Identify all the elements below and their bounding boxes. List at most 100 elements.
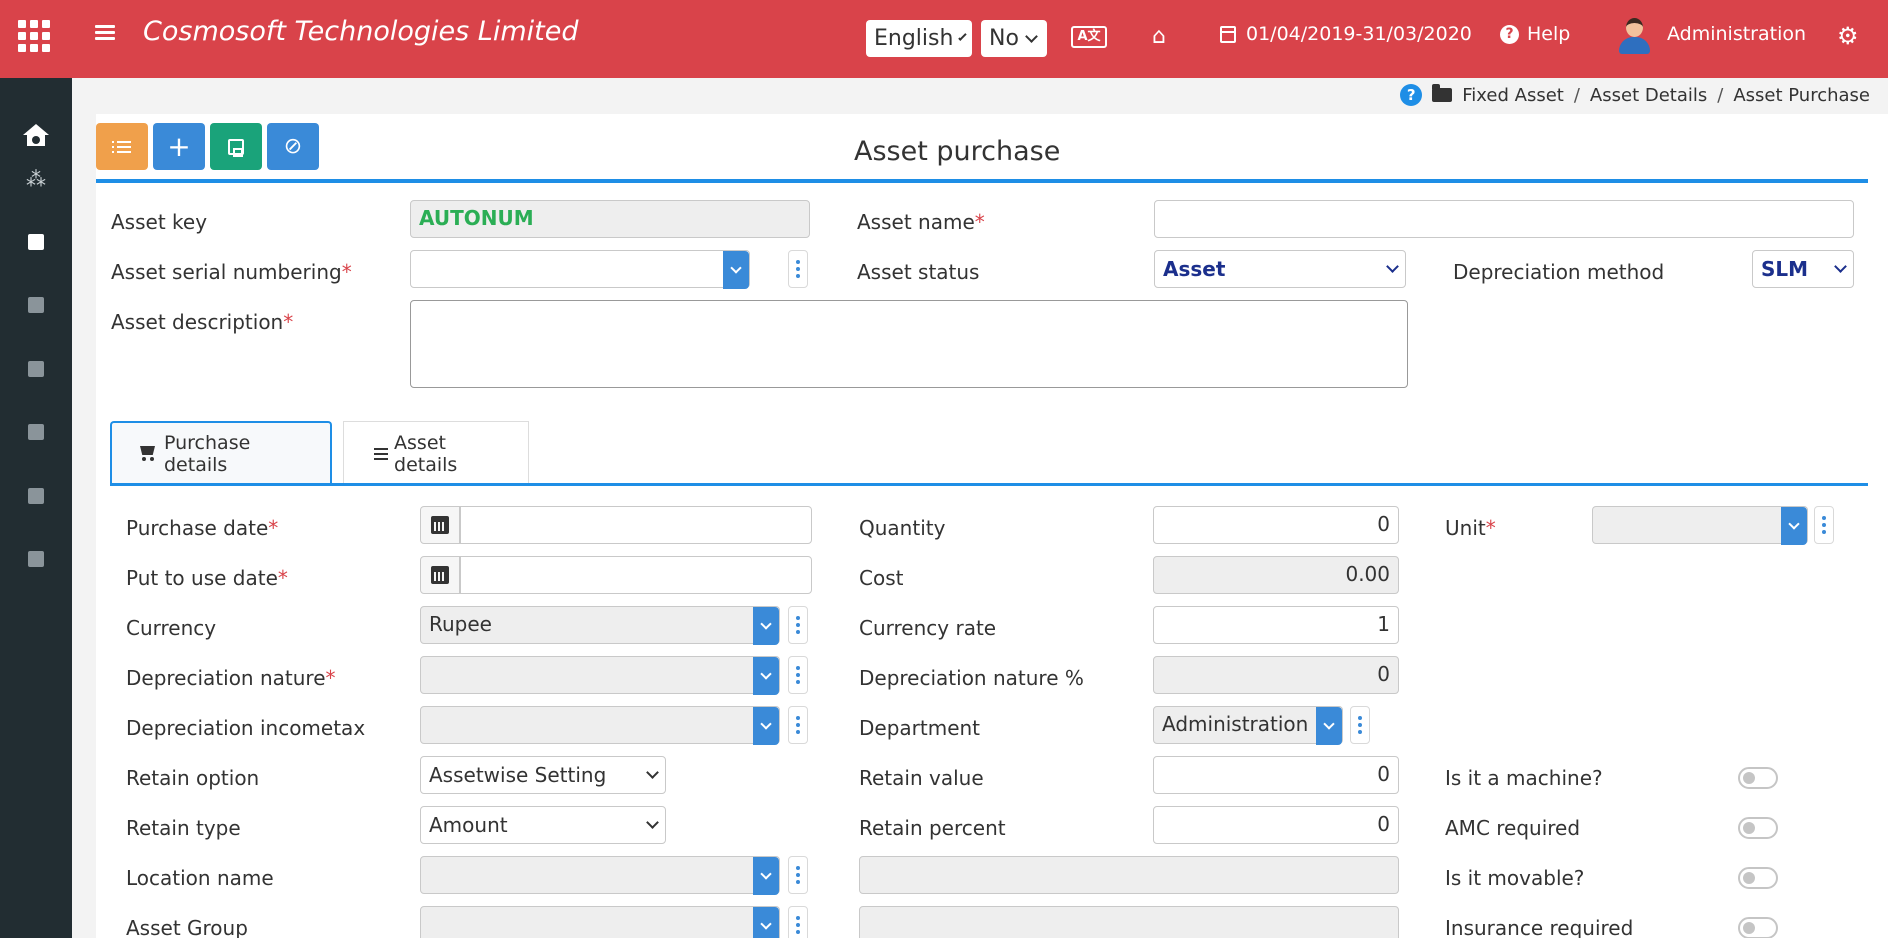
home-icon[interactable]: ⌂ [1152,24,1166,49]
chevron-down-icon [760,867,772,880]
amc-required-toggle[interactable] [1738,817,1778,839]
chevron-down-icon [1834,260,1847,273]
quantity-input[interactable]: 0 [1153,506,1399,544]
sidebar-item-module-6[interactable] [0,534,72,584]
menu-toggle-icon[interactable] [95,22,115,42]
serial-numbering-more-icon[interactable] [788,250,808,288]
asset-status-label: Asset status [857,260,980,284]
list-icon [369,445,388,463]
depreciation-incometax-select[interactable] [420,706,780,745]
dropdown-button[interactable] [753,657,779,695]
chevron-down-icon [1025,29,1038,43]
chevron-down-icon [760,917,772,930]
location-name-label: Location name [126,866,274,890]
dropdown-button[interactable] [723,251,749,289]
dropdown-button[interactable] [1316,707,1342,745]
dropdown-button[interactable] [753,907,779,938]
dropdown-button[interactable] [1781,507,1807,545]
save-button[interactable] [210,123,262,170]
sidebar-item-module-1[interactable] [0,217,72,267]
form-panel: + ⊘ Asset purchase Asset key AUTONUM Ass… [96,114,1888,938]
depreciation-nature-select[interactable] [420,656,780,695]
currency-rate-input[interactable]: 1 [1153,606,1399,644]
dropdown-button[interactable] [753,857,779,895]
add-button[interactable]: + [153,123,205,170]
language-select-value: English [874,26,954,51]
depreciation-nature-more-icon[interactable] [788,656,808,694]
user-name[interactable]: Administration [1667,23,1806,45]
asset-group-more-icon[interactable] [788,906,808,938]
chevron-down-icon [646,766,659,779]
retain-option-select[interactable]: Assetwise Setting [420,756,666,794]
apps-grid-icon[interactable] [16,18,50,52]
is-movable-toggle[interactable] [1738,867,1778,889]
retain-type-select[interactable]: Amount [420,806,666,844]
sidebar-item-cubes[interactable]: ⁂ [0,154,72,204]
depreciation-method-select[interactable]: SLM [1752,250,1854,288]
asset-group-detail-input[interactable] [859,906,1399,938]
avatar[interactable] [1617,16,1651,56]
currency-select[interactable]: Rupee [420,606,780,645]
tab-asset-details[interactable]: Asset details [343,421,529,485]
cubes-icon: ⁂ [26,167,46,191]
unit-select[interactable] [1592,506,1808,545]
sidebar-item-module-5[interactable] [0,471,72,521]
no-select[interactable]: No [981,20,1047,57]
serial-numbering-select[interactable] [410,250,750,289]
department-label: Department [859,716,981,740]
sidebar-item-module-4[interactable] [0,407,72,457]
insurance-required-toggle[interactable] [1738,917,1778,938]
asset-group-select[interactable] [420,906,780,938]
page-title: Asset purchase [854,136,1061,167]
breadcrumb-item[interactable]: Fixed Asset [1462,85,1564,106]
retain-percent-input[interactable]: 0 [1153,806,1399,844]
module-icon [28,297,44,313]
help-label: Help [1527,23,1571,45]
breadcrumb-item[interactable]: Asset Details [1590,85,1707,106]
settings-gears-icon[interactable]: ⚙ [1837,22,1859,50]
retain-value-input[interactable]: 0 [1153,756,1399,794]
module-icon [28,551,44,567]
financial-year-selector[interactable]: 01/04/2019-31/03/2020 [1220,23,1472,45]
retain-value-label: Retain value [859,766,984,790]
attach-button[interactable]: ⊘ [267,123,319,170]
purchase-date-input[interactable] [460,506,812,544]
put-to-use-calendar-button[interactable] [420,556,460,594]
depreciation-nature-label: Depreciation nature* [126,666,336,690]
sidebar-item-home[interactable] [0,110,72,160]
location-name-select[interactable] [420,856,780,895]
asset-status-select[interactable]: Asset [1154,250,1406,288]
help-circle-icon[interactable]: ? [1400,84,1423,106]
currency-more-icon[interactable] [788,606,808,644]
dropdown-button[interactable] [753,607,779,645]
sidebar: ⁂ [0,78,72,938]
language-select[interactable]: English [866,20,972,57]
paperclip-icon: ⊘ [283,134,303,159]
unit-more-icon[interactable] [1814,506,1834,544]
depreciation-incometax-more-icon[interactable] [788,706,808,744]
department-value: Administration [1162,712,1309,736]
translate-icon[interactable]: A文 [1071,26,1107,48]
sidebar-item-module-3[interactable] [0,344,72,394]
is-machine-toggle[interactable] [1738,767,1778,789]
depreciation-nature-pct-input[interactable]: 0 [1153,656,1399,694]
cost-input[interactable]: 0.00 [1153,556,1399,594]
retain-option-label: Retain option [126,766,260,790]
asset-name-input[interactable] [1154,200,1854,238]
tab-purchase-details[interactable]: Purchase details [110,421,332,485]
department-select[interactable]: Administration [1153,706,1343,745]
department-more-icon[interactable] [1350,706,1370,744]
sidebar-item-module-2[interactable] [0,280,72,330]
location-detail-input[interactable] [859,856,1399,894]
dropdown-button[interactable] [753,707,779,745]
list-button[interactable] [96,123,148,170]
description-textarea[interactable] [410,300,1408,388]
chevron-down-icon [1323,717,1335,730]
module-icon [28,488,44,504]
put-to-use-date-input[interactable] [460,556,812,594]
asset-key-input[interactable]: AUTONUM [410,200,810,238]
help-link[interactable]: ? Help [1500,23,1570,45]
unit-label: Unit* [1445,516,1496,540]
location-more-icon[interactable] [788,856,808,894]
purchase-date-calendar-button[interactable] [420,506,460,544]
